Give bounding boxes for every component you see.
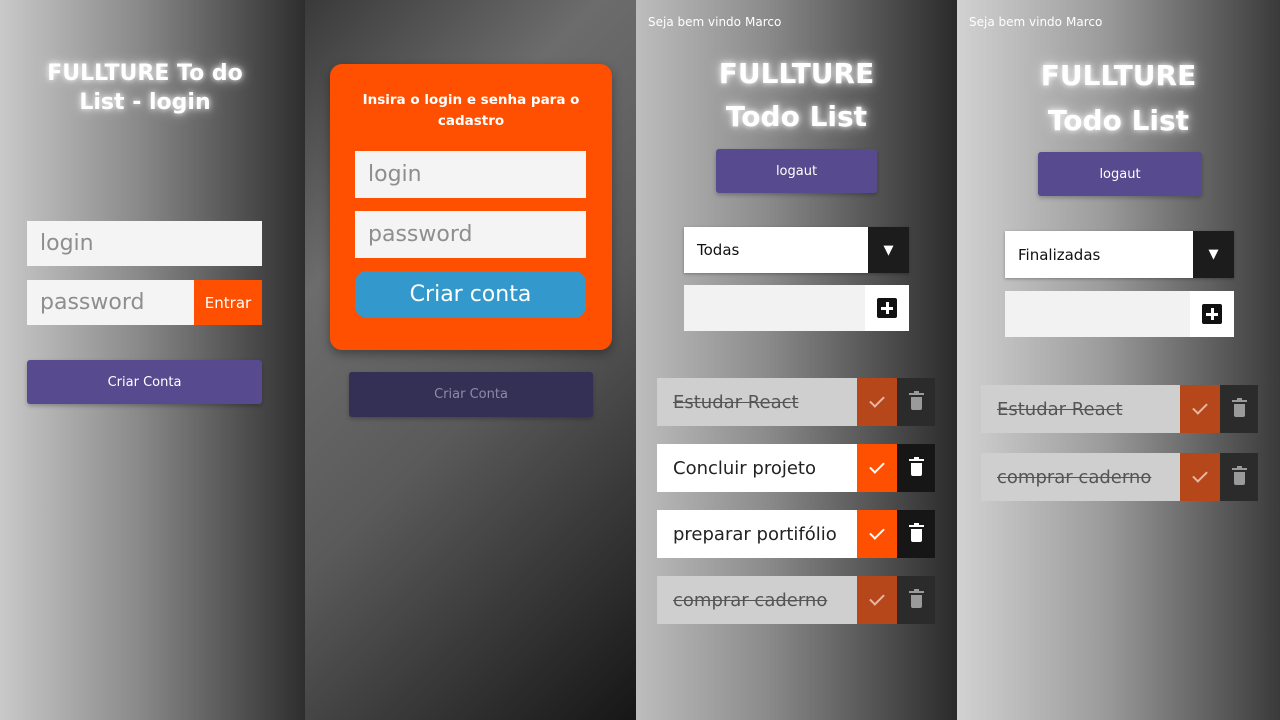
logout-button[interactable]: logaut (1038, 152, 1202, 196)
todo-finished-screen: Seja bem vindo Marco FULLTURE Todo List l… (957, 0, 1280, 720)
check-icon (1192, 467, 1208, 483)
check-icon (869, 590, 885, 606)
create-account-button[interactable]: Criar Conta (27, 360, 262, 404)
trash-icon (1231, 398, 1247, 417)
signup-submit-button[interactable]: Criar conta (355, 271, 586, 318)
delete-task-button[interactable] (897, 378, 935, 426)
check-icon (869, 458, 885, 474)
new-task-input[interactable] (1005, 291, 1234, 337)
plus-icon (877, 298, 897, 318)
signup-screen: Insira o login e senha para o cadastro l… (305, 0, 636, 720)
todo-title: FULLTURE Todo List (718, 57, 875, 133)
filter-select[interactable]: Todas ▼ (684, 227, 909, 273)
filter-select[interactable]: Finalizadas ▼ (1005, 231, 1234, 278)
welcome-message: Seja bem vindo Marco (648, 15, 782, 29)
plus-icon (1202, 304, 1222, 324)
task-item: Concluir projeto (657, 444, 935, 492)
login-screen: FULLTURE To do List - login login passwo… (0, 0, 305, 720)
chevron-down-icon[interactable]: ▼ (868, 227, 909, 273)
trash-icon (1231, 466, 1247, 485)
complete-task-button[interactable] (1180, 385, 1220, 433)
delete-task-button[interactable] (897, 444, 935, 492)
complete-task-button[interactable] (857, 378, 897, 426)
task-item: comprar caderno (981, 453, 1258, 501)
trash-icon (908, 391, 924, 410)
signup-instruction: Insira o login e senha para o cadastro (362, 92, 580, 129)
add-task-button[interactable] (865, 285, 909, 331)
todo-title: FULLTURE Todo List (1040, 59, 1197, 137)
todo-all-screen: Seja bem vindo Marco FULLTURE Todo List l… (636, 0, 957, 720)
complete-task-button[interactable] (857, 576, 897, 624)
trash-icon (908, 523, 924, 542)
signup-password-input[interactable]: password (355, 211, 586, 258)
logout-button[interactable]: logaut (716, 149, 877, 193)
delete-task-button[interactable] (1220, 453, 1258, 501)
complete-task-button[interactable] (857, 444, 897, 492)
task-item: preparar portifólio (657, 510, 935, 558)
welcome-message: Seja bem vindo Marco (969, 15, 1103, 29)
login-title: FULLTURE To do List - login (47, 61, 243, 115)
new-task-input[interactable] (684, 285, 909, 331)
delete-task-button[interactable] (897, 510, 935, 558)
create-account-button-dimmed[interactable]: Criar Conta (349, 372, 593, 417)
complete-task-button[interactable] (857, 510, 897, 558)
add-task-button[interactable] (1190, 291, 1234, 337)
task-item: Estudar React (981, 385, 1258, 433)
signup-card: Insira o login e senha para o cadastro l… (330, 64, 612, 350)
check-icon (869, 524, 885, 540)
trash-icon (908, 457, 924, 476)
password-input[interactable]: password (27, 280, 194, 325)
trash-icon (908, 589, 924, 608)
delete-task-button[interactable] (1220, 385, 1258, 433)
check-icon (1192, 399, 1208, 415)
signup-login-input[interactable]: login (355, 151, 586, 198)
chevron-down-icon[interactable]: ▼ (1193, 231, 1234, 278)
delete-task-button[interactable] (897, 576, 935, 624)
task-item: comprar caderno (657, 576, 935, 624)
task-item: Estudar React (657, 378, 935, 426)
complete-task-button[interactable] (1180, 453, 1220, 501)
enter-button[interactable]: Entrar (194, 280, 262, 325)
login-input[interactable]: login (27, 221, 262, 266)
check-icon (869, 392, 885, 408)
